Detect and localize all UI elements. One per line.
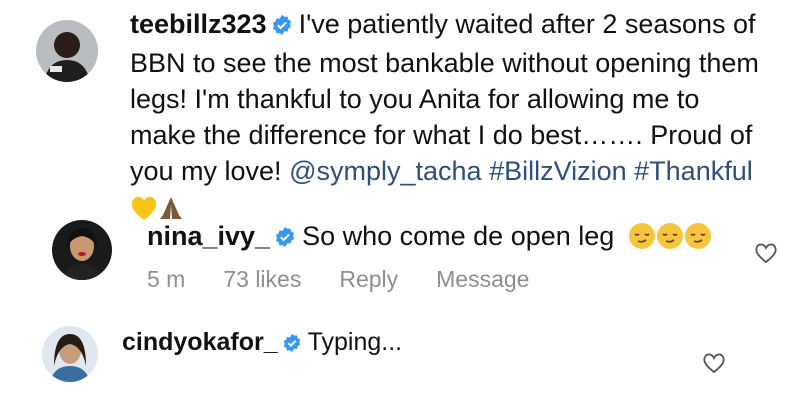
likes-count[interactable]: 73 likes	[223, 266, 301, 292]
message-button[interactable]: Message	[436, 266, 529, 292]
like-heart-icon[interactable]	[702, 352, 726, 379]
verified-badge-icon	[282, 327, 302, 363]
comment-body: nina_ivy_ So who come de open leg	[147, 218, 747, 259]
comment-cindyokafor_: cindyokafor_ Typing...	[0, 318, 800, 402]
like-heart-icon[interactable]	[754, 242, 778, 269]
comment-teebillz323: teebillz323 I've patiently waited after 2…	[0, 0, 800, 220]
relieved-face-icons	[628, 221, 712, 251]
comment-body: teebillz323 I've patiently waited after 2…	[130, 6, 760, 230]
verified-badge-icon	[271, 9, 293, 45]
avatar[interactable]	[52, 220, 112, 280]
comment-meta: 5 m 73 likes Reply Message	[147, 266, 567, 293]
relieved-face-icon	[684, 222, 712, 259]
comment-body: cindyokafor_ Typing...	[122, 324, 722, 363]
username-link[interactable]: teebillz323	[130, 9, 267, 39]
comment-text: So who come de open leg	[302, 221, 615, 251]
comment-nina_ivy_: nina_ivy_ So who come de open leg 5 m 73 l…	[0, 210, 800, 310]
avatar[interactable]	[36, 20, 98, 82]
username-link[interactable]: cindyokafor_	[122, 328, 278, 356]
username-link[interactable]: nina_ivy_	[147, 221, 270, 251]
comment-text: Typing...	[307, 328, 403, 356]
avatar[interactable]	[42, 326, 98, 382]
hashtag-links[interactable]: #BillzVizion #Thankful	[489, 156, 753, 186]
verified-badge-icon	[274, 221, 296, 257]
comment-time: 5 m	[147, 266, 186, 292]
relieved-face-icon	[628, 222, 656, 259]
mention-link[interactable]: @symply_tacha	[289, 156, 481, 186]
reply-button[interactable]: Reply	[339, 266, 398, 292]
relieved-face-icon	[656, 222, 684, 259]
